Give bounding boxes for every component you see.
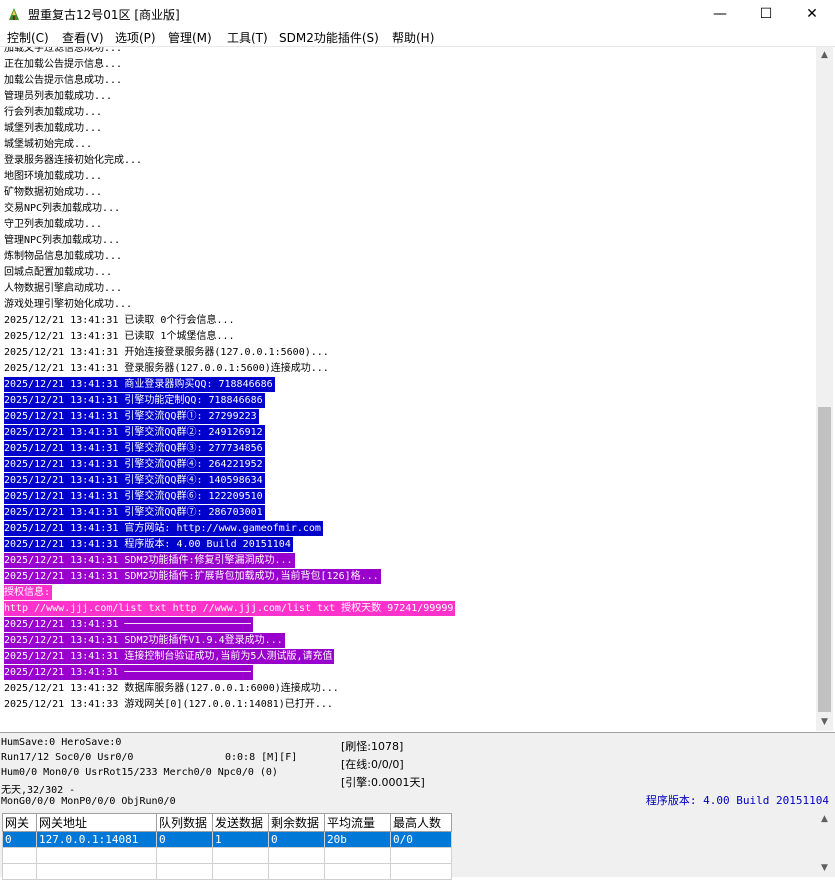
status-panel: HumSave:0 HeroSave:0 Run17/12 Soc0/0 Usr… <box>0 735 835 811</box>
title-bar: 盟重复古12号01区 [商业版] — ☐ ✕ <box>0 0 835 28</box>
log-line: 游戏处理引擎初始化成功... <box>4 299 133 310</box>
window-title: 盟重复古12号01区 [商业版] <box>28 8 180 22</box>
log-line: 2025/12/21 13:41:31 SDM2功能插件V1.9.4登录成功..… <box>4 633 285 648</box>
online-count: [在线:0/0/0] <box>341 758 404 771</box>
log-line: 2025/12/21 13:41:31 登录服务器(127.0.0.1:5600… <box>4 363 329 374</box>
cell-gate: 0 <box>2 831 37 848</box>
log-line: 加载公告提示信息成功... <box>4 75 123 86</box>
log-line: 2025/12/21 13:41:31 引擎交流QQ群④: 264221952 <box>4 457 265 472</box>
log-line: 2025/12/21 13:41:31 SDM2功能插件:扩展背包加载成功,当前… <box>4 569 381 584</box>
log-line: 守卫列表加载成功... <box>4 219 103 230</box>
minimize-button[interactable]: — <box>697 0 743 28</box>
col-gate-address[interactable]: 网关地址 <box>36 813 157 832</box>
grid-scroll-up-icon[interactable]: ▲ <box>816 811 833 828</box>
cell-avg-traffic: 20b <box>324 831 391 848</box>
stat-hum: Hum0/0 Mon0/0 UsrRot15/233 Merch0/0 Npc0… <box>1 767 278 778</box>
col-send-data[interactable]: 发送数据 <box>212 813 269 832</box>
log-line: 2025/12/21 13:41:31 ────────────────────… <box>4 617 253 632</box>
stat-weather: 无天,32/302 - <box>1 785 76 796</box>
scroll-up-icon[interactable]: ▲ <box>816 47 833 64</box>
app-icon <box>9 8 19 20</box>
log-line: 城堡城初始完成... <box>4 139 93 150</box>
menu-options[interactable]: 选项(P) <box>115 29 156 46</box>
log-line: 2025/12/21 13:41:32 数据库服务器(127.0.0.1:600… <box>4 683 339 694</box>
col-remain-data[interactable]: 剩余数据 <box>268 813 325 832</box>
log-line: 2025/12/21 13:41:31 SDM2功能插件:修复引擎漏洞成功... <box>4 553 295 568</box>
menu-help[interactable]: 帮助(H) <box>392 29 434 46</box>
log-line: 地图环境加载成功... <box>4 171 103 182</box>
cell-queue-data: 0 <box>156 831 213 848</box>
log-line: 登录服务器连接初始化完成... <box>4 155 143 166</box>
log-output[interactable]: 加载文字过滤信息成功... 正在加载公告提示信息... 加载公告提示信息成功... 管… <box>0 47 816 731</box>
maximize-button[interactable]: ☐ <box>743 0 789 28</box>
menu-sdm2-plugin[interactable]: SDM2功能插件(S) <box>279 29 379 46</box>
col-gate[interactable]: 网关 <box>2 813 37 832</box>
log-line: 2025/12/21 13:41:31 引擎交流QQ群⑥: 122209510 <box>4 489 265 504</box>
cell-gate-address: 127.0.0.1:14081 <box>36 831 157 848</box>
stat-uptime: 0:0:8 [M][F] <box>225 752 298 763</box>
table-row[interactable]: 0 127.0.0.1:14081 0 1 0 20b 0/0 <box>2 831 452 848</box>
log-line: 行会列表加载成功... <box>4 107 103 118</box>
gate-grid: 网关 网关地址 队列数据 发送数据 剩余数据 平均流量 最高人数 0 127.0… <box>0 811 835 880</box>
log-line: 2025/12/21 13:41:31 连接控制台验证成功,当前为5人测试版,请… <box>4 649 335 664</box>
log-line: 2025/12/21 13:41:31 程序版本: 4.00 Build 201… <box>4 537 293 552</box>
log-scrollbar[interactable]: ▲ ▼ <box>816 47 833 731</box>
log-line: 管理员列表加载成功... <box>4 91 113 102</box>
log-line: 炼制物品信息加载成功... <box>4 251 123 262</box>
scroll-thumb[interactable] <box>818 407 831 712</box>
col-max-users[interactable]: 最高人数 <box>390 813 452 832</box>
log-line: 2025/12/21 13:41:31 引擎交流QQ群④: 140598634 <box>4 473 265 488</box>
log-line: http //www.jjj.com/list txt http //www.j… <box>4 601 456 616</box>
log-line: 2025/12/21 13:41:31 引擎功能定制QQ: 718846686 <box>4 393 265 408</box>
menu-manage[interactable]: 管理(M) <box>168 29 212 46</box>
table-row-empty[interactable] <box>2 863 452 880</box>
stat-save: HumSave:0 HeroSave:0 <box>1 737 122 748</box>
cell-send-data: 1 <box>212 831 269 848</box>
menu-tools[interactable]: 工具(T) <box>227 29 268 46</box>
grid-scroll-down-icon[interactable]: ▼ <box>816 860 833 877</box>
log-line: 交易NPC列表加载成功... <box>4 203 121 214</box>
log-line: 管理NPC列表加载成功... <box>4 235 121 246</box>
log-line: 2025/12/21 13:41:31 引擎交流QQ群②: 249126912 <box>4 425 265 440</box>
log-line: 2025/12/21 13:41:33 游戏网关[0](127.0.0.1:14… <box>4 699 333 710</box>
log-line: 2025/12/21 13:41:31 引擎交流QQ群③: 277734856 <box>4 441 265 456</box>
scroll-down-icon[interactable]: ▼ <box>816 714 833 731</box>
log-line: 人物数据引擎启动成功... <box>4 283 123 294</box>
menu-control[interactable]: 控制(C) <box>7 29 49 46</box>
log-line: 2025/12/21 13:41:31 ────────────────────… <box>4 665 253 680</box>
log-line: 2025/12/21 13:41:31 已读取 0个行会信息... <box>4 315 235 326</box>
log-line: 授权信息: <box>4 585 53 600</box>
cell-remain-data: 0 <box>268 831 325 848</box>
col-queue-data[interactable]: 队列数据 <box>156 813 213 832</box>
log-line: 2025/12/21 13:41:31 商业登录器购买QQ: 718846686 <box>4 377 275 392</box>
program-version: 程序版本: 4.00 Build 20151104 <box>645 794 829 807</box>
gate-table: 网关 网关地址 队列数据 发送数据 剩余数据 平均流量 最高人数 0 127.0… <box>2 813 452 880</box>
log-line: 加载文字过滤信息成功... <box>4 47 123 54</box>
log-line: 正在加载公告提示信息... <box>4 59 123 70</box>
stat-run: Run17/12 Soc0/0 Usr0/0 <box>1 752 134 763</box>
engine-days: [引擎:0.0001天] <box>341 776 425 789</box>
close-button[interactable]: ✕ <box>789 0 835 28</box>
col-avg-traffic[interactable]: 平均流量 <box>324 813 391 832</box>
log-line: 矿物数据初始成功... <box>4 187 103 198</box>
menu-bar: 控制(C) 查看(V) 选项(P) 管理(M) 工具(T) SDM2功能插件(S… <box>0 28 835 47</box>
menu-view[interactable]: 查看(V) <box>62 29 104 46</box>
refresh-monster-count: [刷怪:1078] <box>341 740 404 753</box>
stat-mon: MonG0/0/0 MonP0/0/0 ObjRun0/0 <box>1 796 176 807</box>
cell-max-users: 0/0 <box>390 831 452 848</box>
log-line: 2025/12/21 13:41:31 官方网站: http://www.gam… <box>4 521 323 536</box>
log-line: 回城点配置加载成功... <box>4 267 113 278</box>
log-line: 2025/12/21 13:41:31 引擎交流QQ群⑦: 286703001 <box>4 505 265 520</box>
log-line: 城堡列表加载成功... <box>4 123 103 134</box>
log-line: 2025/12/21 13:41:31 已读取 1个城堡信息... <box>4 331 235 342</box>
table-row-empty[interactable] <box>2 847 452 864</box>
log-line: 2025/12/21 13:41:31 引擎交流QQ群①: 27299223 <box>4 409 259 424</box>
log-line: 2025/12/21 13:41:31 开始连接登录服务器(127.0.0.1:… <box>4 347 329 358</box>
grid-scrollbar[interactable]: ▲ ▼ <box>816 811 833 877</box>
